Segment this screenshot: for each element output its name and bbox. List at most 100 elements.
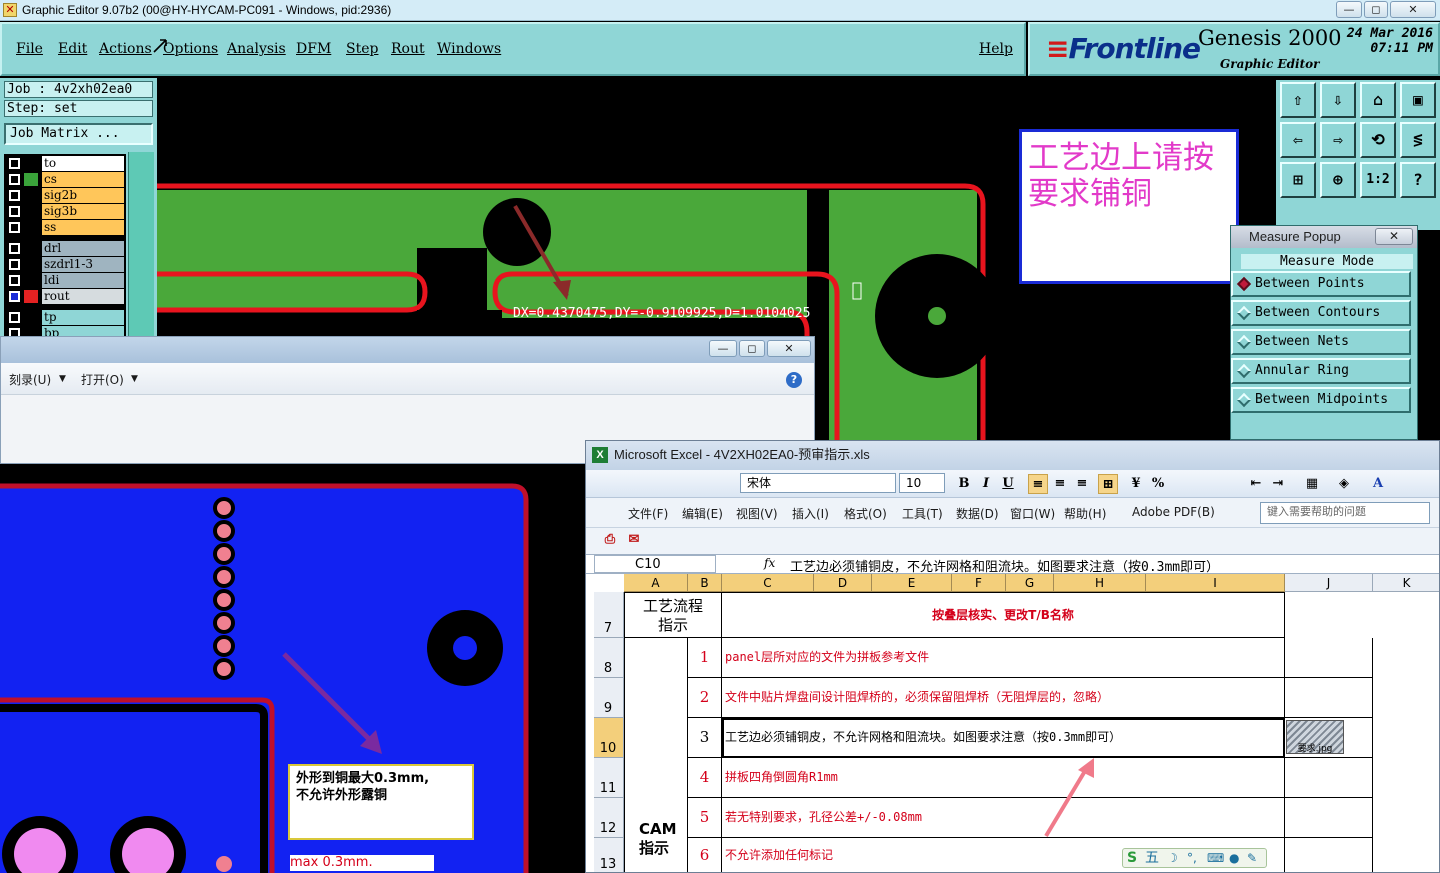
punctuation-icon[interactable]: °, [1187,849,1197,867]
excel-menu-file[interactable]: 文件(F) [628,505,668,522]
item-number-cell[interactable]: 3 [688,718,722,758]
measure-option-between-points[interactable]: Between Points [1231,271,1411,297]
excel-menu-data[interactable]: 数据(D) [956,505,999,522]
empty-cell[interactable] [1285,758,1373,798]
layer-checkbox[interactable] [9,291,20,302]
align-right-icon[interactable]: ≡ [1072,474,1092,494]
excel-menu-view[interactable]: 视图(V) [736,505,778,522]
spreadsheet-grid[interactable]: A B C D E F G H I J K 7 8 9 10 11 12 13 工艺流程指示 按叠层核实、更改T/B名… [594,574,1439,872]
excel-menu-tools[interactable]: 工具(T) [902,505,943,522]
menu-file[interactable]: File [16,41,43,57]
window-icon[interactable]: ▣ [1400,82,1436,118]
move-left-icon[interactable]: ⇦ [1280,122,1316,158]
process-header-cell[interactable]: 工艺流程指示 [624,592,722,638]
layer-checkbox[interactable] [9,174,20,185]
settings-icon[interactable]: ✎ [1247,849,1257,867]
menu-actions[interactable]: Actions [99,41,152,57]
column-header-a[interactable]: A [624,574,688,592]
chevron-down-icon[interactable]: ▼ [59,374,66,384]
excel-menu-adobe-pdf[interactable]: Adobe PDF(B) [1132,505,1215,519]
layer-row-ldi[interactable]: ldi [6,273,124,288]
pcb-canvas-bottom[interactable]: 外形到铜最大0.3mm, 不允许外形露铜 max 0.3mm. [0,464,586,873]
item-text-cell[interactable]: 拼板四角倒圆角R1mm [722,758,1285,798]
excel-menu-insert[interactable]: 插入(I) [792,505,829,522]
ime-mode[interactable]: 五 [1145,849,1159,867]
row-header-12[interactable]: 12 [594,798,624,838]
help-icon[interactable]: ? [786,372,802,388]
row-header-13[interactable]: 13 [594,838,624,872]
layer-checkbox[interactable] [9,206,20,217]
item-number-cell[interactable]: 1 [688,638,722,678]
layer-scrollbar[interactable] [128,152,154,352]
measure-option-between-nets[interactable]: Between Nets [1231,329,1411,355]
measure-option-annular-ring[interactable]: Annular Ring [1231,358,1411,384]
move-up-icon[interactable]: ⇧ [1280,82,1316,118]
italic-button[interactable]: I [976,474,996,494]
align-center-icon[interactable]: ≡ [1050,474,1070,494]
excel-menu-format[interactable]: 格式(O) [844,505,887,522]
layer-row-tp[interactable]: tp [6,310,124,325]
item-text-cell[interactable]: 文件中贴片焊盘间设计阻焊桥的，必须保留阻焊桥（无阻焊层的，忽略） [722,678,1285,718]
pdf-email-icon[interactable]: ✉ [624,530,644,550]
menu-help[interactable]: Help [979,41,1013,57]
measure-option-between-midpoints[interactable]: Between Midpoints [1231,387,1411,413]
maximize-button[interactable]: ◻ [1364,1,1388,18]
excel-menu-window[interactable]: 窗口(W) [1010,505,1055,522]
fit-icon[interactable]: ⊞ [1280,162,1316,198]
layer-row-sig3b[interactable]: sig3b [6,204,124,219]
pdf-convert-icon[interactable]: ⎙ [600,530,620,550]
layer-checkbox[interactable] [9,222,20,233]
fx-icon[interactable]: fx [764,556,775,570]
empty-cell[interactable] [1285,798,1373,838]
layer-row-sig2b[interactable]: sig2b [6,188,124,203]
explorer-maximize-button[interactable]: ◻ [739,340,765,357]
menu-edit[interactable]: Edit [58,41,87,57]
layer-row-cs[interactable]: cs [6,172,124,187]
item-number-cell[interactable]: 6 [688,838,722,872]
home-icon[interactable]: ⌂ [1360,82,1396,118]
percent-icon[interactable]: % [1148,474,1168,494]
row-header-7[interactable]: 7 [594,592,624,638]
cam-group-cell[interactable]: CAM 指示 [624,638,688,872]
menu-step[interactable]: Step [346,41,378,57]
keyboard-icon[interactable]: ⌨ [1207,849,1224,867]
help-icon[interactable]: ? [1400,162,1436,198]
minimize-button[interactable]: — [1336,1,1362,18]
rotate-icon[interactable]: ⟲ [1360,122,1396,158]
halfwidth-icon[interactable]: ☽ [1167,849,1178,867]
column-header-e[interactable]: E [872,574,952,592]
close-button[interactable]: ✕ [1390,1,1436,18]
zoom-ratio-icon[interactable]: 1:2 [1360,162,1396,198]
column-header-h[interactable]: H [1054,574,1146,592]
item-number-cell[interactable]: 4 [688,758,722,798]
layer-checkbox[interactable] [9,259,20,270]
selected-cell-c10[interactable]: 工艺边必须铺铜皮，不允许网格和阻流块。如图要求注意（按0.3mm即可） [722,718,1285,758]
item-text-cell[interactable]: panel层所对应的文件为拼板参考文件 [722,638,1285,678]
excel-menu-help[interactable]: 帮助(H) [1064,505,1106,522]
column-header-j[interactable]: J [1285,574,1373,592]
borders-icon[interactable]: ▦ [1302,474,1322,494]
column-header-b[interactable]: B [688,574,722,592]
name-box[interactable]: C10 [594,555,716,573]
item-number-cell[interactable]: 2 [688,678,722,718]
layer-row-drl[interactable]: drl [6,241,124,256]
font-size-select[interactable]: 10 [899,473,945,493]
excel-menu-edit[interactable]: 编辑(E) [682,505,723,522]
user-icon[interactable]: ● [1229,849,1239,867]
merge-cells-icon[interactable]: ⊞ [1098,474,1118,494]
center-icon[interactable]: ⊕ [1320,162,1356,198]
menu-dfm[interactable]: DFM [296,41,331,57]
layer-check-header-cell[interactable]: 按叠层核实、更改T/B名称 [722,592,1285,638]
underline-button[interactable]: U [998,474,1018,494]
move-right-icon[interactable]: ⇨ [1320,122,1356,158]
layer-checkbox[interactable] [9,190,20,201]
open-command[interactable]: 打开(O) [81,371,124,388]
align-left-icon[interactable]: ≡ [1028,474,1048,494]
embedded-image-thumbnail[interactable]: 要求.jpg [1286,720,1344,754]
currency-icon[interactable]: ¥ [1126,474,1146,494]
font-name-select[interactable]: 宋体 [740,473,896,493]
burn-command[interactable]: 刻录(U) [9,371,51,388]
row-header-10[interactable]: 10 [594,718,624,758]
menu-rout[interactable]: Rout [391,41,425,57]
indent-icon[interactable]: ⇤ [1246,474,1266,494]
